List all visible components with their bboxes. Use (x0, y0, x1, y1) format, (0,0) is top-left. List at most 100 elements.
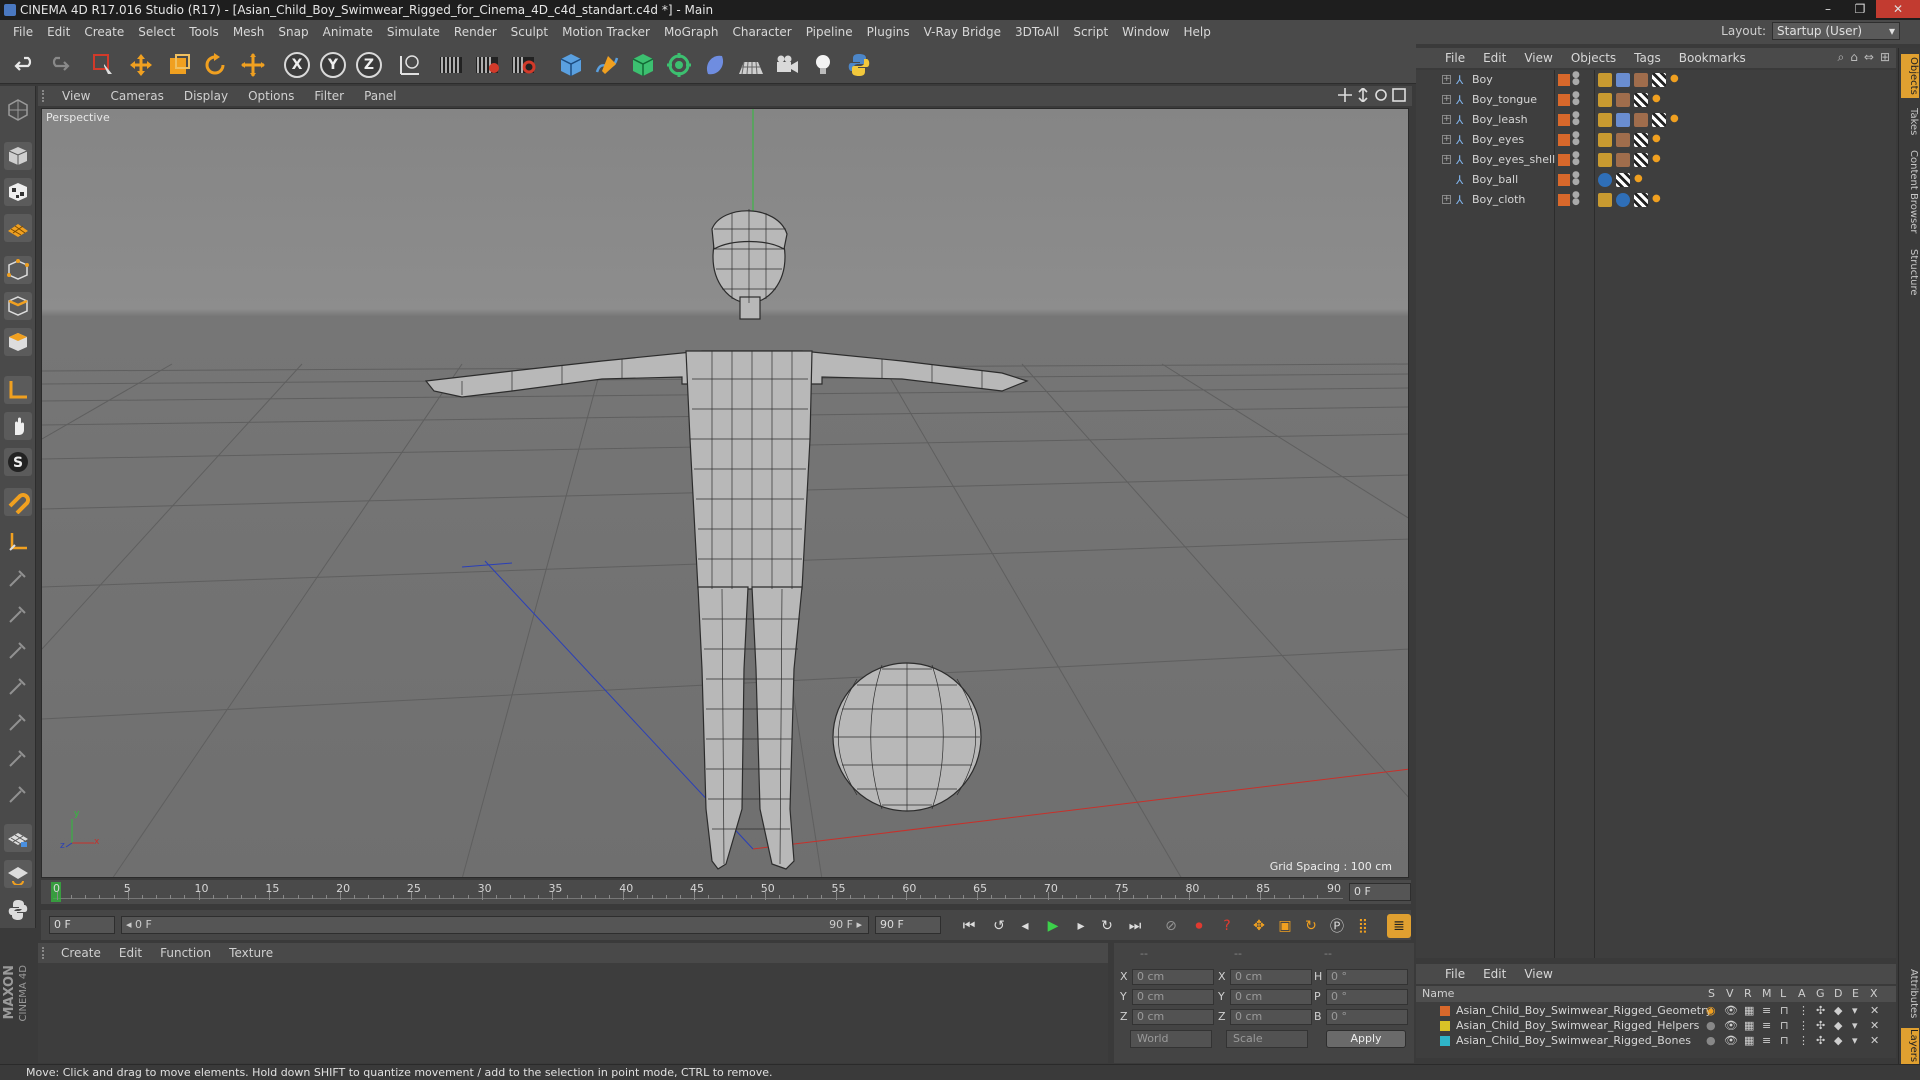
size-y-field[interactable]: 0 cm (1230, 989, 1312, 1005)
viewport-menu-options[interactable]: Options (238, 89, 304, 103)
layer-xref-icon[interactable]: ✕ (1870, 1034, 1879, 1047)
layer-color-swatch[interactable] (1440, 1006, 1450, 1016)
menu-help[interactable]: Help (1176, 25, 1217, 39)
material-menu-function[interactable]: Function (151, 946, 220, 960)
key-pla-icon[interactable]: ⣿ (1351, 914, 1375, 938)
coordinate-space-dropdown[interactable]: World (1130, 1030, 1212, 1048)
lock-workplane-icon[interactable] (4, 824, 32, 852)
pose-tag-icon[interactable]: ● (1670, 73, 1684, 87)
viewport-menu-display[interactable]: Display (174, 89, 238, 103)
points-mode-icon[interactable] (4, 256, 32, 284)
visibility-dots[interactable]: ● ● (1572, 71, 1580, 87)
smooth-brush-icon[interactable] (4, 672, 32, 700)
pose-tag-icon[interactable]: ● (1652, 93, 1666, 107)
viewport-pan-icon[interactable] (1338, 88, 1352, 105)
layer-visible-icon[interactable]: 👁 (1724, 1019, 1738, 1032)
key-rotation-icon[interactable]: ↻ (1299, 914, 1323, 938)
om-menu-bookmarks[interactable]: Bookmarks (1670, 51, 1755, 65)
undo-icon[interactable] (10, 50, 40, 80)
weight-tag-icon[interactable] (1598, 193, 1612, 207)
deformer-icon[interactable] (700, 50, 730, 80)
material-list-area[interactable] (38, 963, 1108, 1063)
knife-brush-icon[interactable] (4, 780, 32, 808)
layer-xref-icon[interactable]: ✕ (1870, 1004, 1879, 1017)
menu-plugins[interactable]: Plugins (860, 25, 917, 39)
layer-animation-icon[interactable]: ⋮ (1798, 1034, 1809, 1047)
side-tab-layers[interactable]: Layers (1901, 1028, 1919, 1064)
rot-p-field[interactable]: 0 ° (1326, 989, 1408, 1005)
object-row-boy-tongue[interactable]: + ⅄ Boy_tongue ● ● ● (1416, 90, 1896, 110)
layer-solo-icon[interactable]: ● (1706, 1034, 1716, 1047)
layer-lock-icon[interactable]: ⊓ (1780, 1034, 1789, 1047)
texture-tag-icon[interactable] (1616, 173, 1630, 187)
snap-icon[interactable]: S (4, 448, 32, 476)
material-tag-icon[interactable] (1634, 73, 1648, 87)
scale-tool-icon[interactable] (164, 50, 194, 80)
render-view-icon[interactable] (436, 50, 466, 80)
menu-3dtoall[interactable]: 3DToAll (1008, 25, 1066, 39)
texture-tag-icon[interactable] (1652, 113, 1666, 127)
spline-pen-icon[interactable] (592, 50, 622, 80)
pose-tag-icon[interactable]: ● (1634, 173, 1648, 187)
viewport-dolly-icon[interactable] (1356, 86, 1370, 105)
frame-range-slider[interactable]: ◂ 0 F 90 F ▸ (121, 916, 869, 934)
model-mode-icon[interactable] (4, 142, 32, 170)
layer-generator-icon[interactable]: ✣ (1816, 1004, 1825, 1017)
workplane-mode-icon[interactable] (4, 214, 32, 242)
layer-deformer-icon[interactable]: ◆ (1834, 1019, 1842, 1032)
flatten-brush-icon[interactable] (4, 708, 32, 736)
x-axis-lock-button[interactable]: X (284, 52, 310, 78)
layer-visible-icon[interactable]: 👁 (1724, 1004, 1738, 1017)
pose-tag-icon[interactable]: ● (1652, 193, 1666, 207)
layer-col-deformers[interactable]: D (1834, 987, 1842, 1000)
lm-menu-view[interactable]: View (1515, 967, 1561, 981)
skin-tag-icon[interactable] (1616, 73, 1630, 87)
object-row-boy-eyes-shell[interactable]: + ⅄ Boy_eyes_shell ● ● ● (1416, 150, 1896, 170)
side-tab-objects[interactable]: Objects (1901, 54, 1919, 98)
weight-tag-icon[interactable] (1598, 93, 1612, 107)
viewport-menu-panel[interactable]: Panel (354, 89, 406, 103)
visibility-dots[interactable]: ● ● (1572, 131, 1580, 147)
object-row-boy-leash[interactable]: + ⅄ Boy_leash ● ● ● (1416, 110, 1896, 130)
camera-icon[interactable] (772, 50, 802, 80)
texture-tag-icon[interactable] (1634, 153, 1648, 167)
size-mode-dropdown[interactable]: Scale (1226, 1030, 1308, 1048)
z-axis-lock-button[interactable]: Z (356, 52, 382, 78)
python-console-icon[interactable] (4, 896, 32, 924)
rot-b-field[interactable]: 0 ° (1326, 1009, 1408, 1025)
material-tag-icon[interactable] (1616, 133, 1630, 147)
layer-color-swatch[interactable] (1558, 194, 1570, 206)
expand-toggle[interactable]: + (1442, 95, 1451, 104)
menu-window[interactable]: Window (1115, 25, 1176, 39)
layer-expression-icon[interactable]: ▾ (1852, 1034, 1858, 1047)
visibility-dots[interactable]: ● ● (1572, 151, 1580, 167)
layer-color-swatch[interactable] (1440, 1036, 1450, 1046)
weight-tag-icon[interactable] (1598, 153, 1612, 167)
layer-col-solo[interactable]: S (1708, 987, 1715, 1000)
paint-brush-icon[interactable] (4, 600, 32, 628)
planar-workplane-icon[interactable] (4, 860, 32, 888)
sculpt-brush-icon[interactable] (4, 564, 32, 592)
layer-col-generators[interactable]: G (1816, 987, 1825, 1000)
menu-pipeline[interactable]: Pipeline (799, 25, 860, 39)
move-tool-icon[interactable] (126, 50, 156, 80)
menu-vray-bridge[interactable]: V-Ray Bridge (917, 25, 1008, 39)
om-menu-edit[interactable]: Edit (1474, 51, 1515, 65)
expand-toggle[interactable]: + (1442, 75, 1451, 84)
layer-color-swatch[interactable] (1558, 154, 1570, 166)
pos-x-field[interactable]: 0 cm (1132, 969, 1214, 985)
play-forward-icon[interactable]: ▶ (1041, 914, 1065, 938)
layer-manager-icon[interactable]: ≡ (1762, 1019, 1771, 1032)
layer-color-swatch[interactable] (1558, 134, 1570, 146)
viewport-maximize-icon[interactable] (1392, 88, 1406, 105)
layer-row-bones[interactable]: Asian_Child_Boy_Swimwear_Rigged_Bones ● … (1416, 1034, 1896, 1049)
lm-menu-edit[interactable]: Edit (1474, 967, 1515, 981)
magnet-tool-icon[interactable] (4, 488, 32, 516)
menu-render[interactable]: Render (447, 25, 504, 39)
weight-tag-icon[interactable] (1598, 133, 1612, 147)
layer-render-icon[interactable]: ▦ (1744, 1034, 1754, 1047)
layer-expression-icon[interactable]: ▾ (1852, 1004, 1858, 1017)
cloth-material-tag-icon[interactable] (1616, 193, 1630, 207)
next-frame-icon[interactable]: ▸ (1069, 914, 1093, 938)
viewport-rotate-icon[interactable] (1374, 88, 1388, 105)
